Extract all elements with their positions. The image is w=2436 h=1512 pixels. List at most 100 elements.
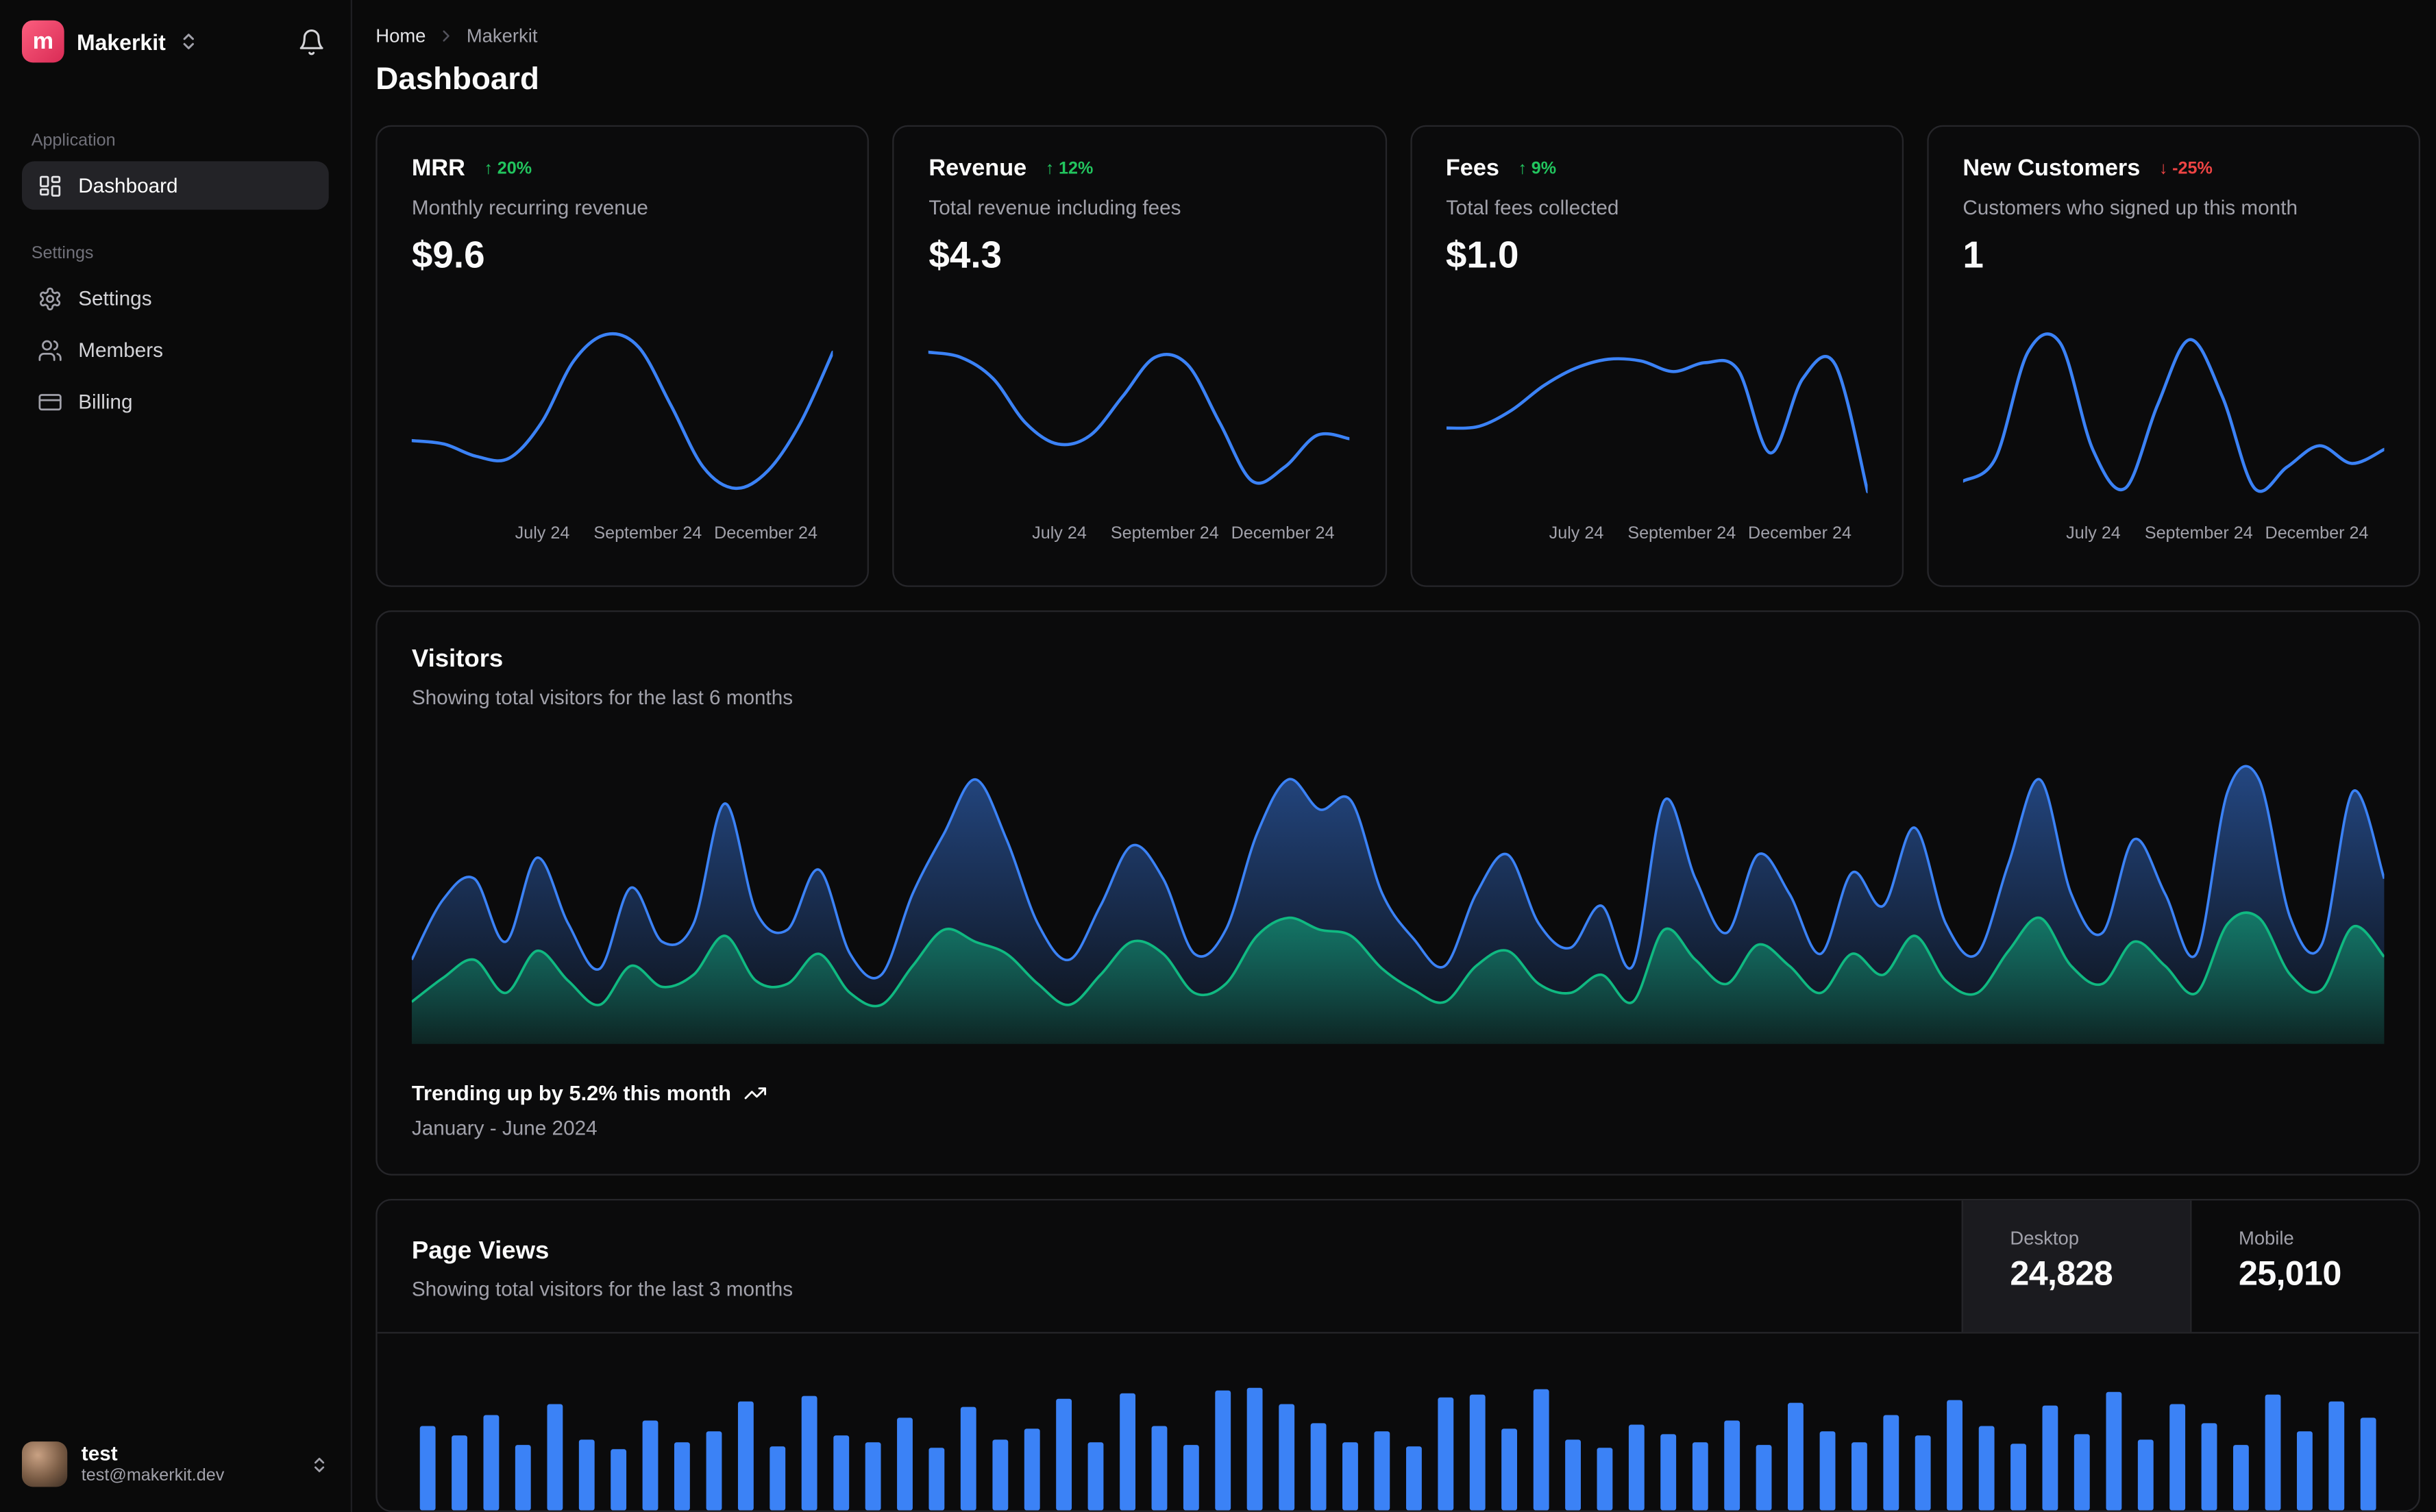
bell-icon — [299, 28, 323, 55]
chevron-right-icon — [443, 30, 450, 42]
user-menu[interactable]: test test@makerkit.dev — [21, 1441, 329, 1487]
desktop-stat-toggle[interactable]: Desktop 24,828 — [1961, 1200, 2191, 1333]
user-email: test@makerkit.dev — [81, 1467, 225, 1487]
stat-card-new-customers: New Customers ↓ -25% Customers who signe… — [1926, 125, 2420, 587]
trend-value: 20% — [497, 158, 532, 178]
desktop-stat-value: 24,828 — [2010, 1253, 2113, 1293]
app-root: m Makerkit Application Dashboard Setting… — [0, 0, 2436, 1512]
dashboard-icon — [40, 175, 61, 196]
customers-sparkline-chart — [1963, 318, 2384, 512]
stat-card-fees: Fees ↑ 9% Total fees collected $1.0 July… — [1410, 125, 1904, 587]
axis-tick: September 24 — [1627, 524, 1736, 543]
trending-up-icon — [744, 1087, 767, 1100]
nav-section-application: Application — [31, 131, 116, 151]
stat-title: New Customers — [1963, 155, 2141, 182]
gear-icon — [40, 286, 61, 310]
visitors-subtitle: Showing total visitors for the last 6 mo… — [411, 685, 793, 709]
stat-description: Monthly recurring revenue — [411, 195, 648, 219]
main-content: Home Makerkit Dashboard MRR ↑ 20% Monthl… — [352, 0, 2436, 1512]
stat-card-revenue: Revenue ↑ 12% Total revenue including fe… — [892, 125, 1387, 587]
desktop-stat-label: Desktop — [2010, 1227, 2080, 1250]
sidebar-item-label: Billing — [78, 389, 133, 414]
stat-card-mrr: MRR ↑ 20% Monthly recurring revenue $9.6… — [376, 125, 870, 587]
mobile-stat-toggle[interactable]: Mobile 25,010 — [2190, 1200, 2419, 1333]
trend-badge: ↑ 12% — [1046, 159, 1094, 177]
stat-value: $1.0 — [1445, 234, 1519, 277]
mobile-stat-value: 25,010 — [2238, 1253, 2341, 1293]
page-views-bar-chart — [412, 1374, 2385, 1511]
trend-arrow-icon: ↓ — [2158, 158, 2168, 178]
x-axis-labels: July 24 September 24 December 24 — [928, 524, 1350, 546]
user-name: test — [81, 1441, 118, 1465]
stat-description: Total revenue including fees — [928, 195, 1181, 219]
revenue-sparkline-chart — [928, 318, 1350, 512]
axis-tick: July 24 — [1549, 524, 1604, 543]
axis-tick: December 24 — [714, 524, 817, 543]
sidebar-item-label: Dashboard — [78, 173, 178, 197]
page-views-card: Page Views Showing total visitors for th… — [376, 1199, 2420, 1512]
sidebar: m Makerkit Application Dashboard Setting… — [0, 0, 353, 1512]
breadcrumb: Home Makerkit — [376, 25, 2420, 47]
mrr-sparkline-chart — [411, 318, 833, 512]
page-views-subtitle: Showing total visitors for the last 3 mo… — [411, 1277, 793, 1301]
sidebar-item-settings[interactable]: Settings — [22, 274, 329, 323]
stat-value: $4.3 — [928, 234, 1002, 277]
trend-value: 9% — [1531, 158, 1557, 178]
visitors-card: Visitors Showing total visitors for the … — [376, 610, 2420, 1176]
page-views-title: Page Views — [411, 1238, 550, 1265]
stat-title: Revenue — [928, 155, 1027, 182]
chevrons-up-down-icon — [183, 34, 194, 49]
sidebar-item-label: Settings — [78, 286, 152, 310]
user-avatar — [21, 1441, 68, 1487]
stat-value: $9.6 — [411, 234, 485, 277]
visitors-area-chart — [411, 737, 2385, 1044]
fees-sparkline-chart — [1445, 318, 1867, 512]
trend-badge: ↓ -25% — [2159, 159, 2213, 177]
stat-title: MRR — [411, 155, 465, 182]
trend-badge: ↑ 20% — [484, 159, 532, 177]
axis-tick: September 24 — [1110, 524, 1219, 543]
trend-arrow-icon: ↑ — [484, 158, 493, 178]
sidebar-header: m Makerkit — [21, 20, 329, 63]
visitors-title: Visitors — [411, 646, 504, 673]
axis-tick: September 24 — [593, 524, 702, 543]
trend-badge: ↑ 9% — [1518, 159, 1556, 177]
x-axis-labels: July 24 September 24 December 24 — [1446, 524, 1867, 546]
axis-tick: July 24 — [2066, 524, 2121, 543]
x-axis-labels: July 24 September 24 December 24 — [412, 524, 833, 546]
trend-value: 12% — [1059, 158, 1094, 178]
sidebar-item-label: Members — [78, 338, 164, 362]
workspace-name: Makerkit — [76, 29, 166, 54]
stat-description: Total fees collected — [1445, 195, 1619, 219]
sidebar-item-members[interactable]: Members — [22, 325, 329, 374]
axis-tick: December 24 — [2265, 524, 2369, 543]
stat-description: Customers who signed up this month — [1963, 195, 2298, 219]
breadcrumb-home[interactable]: Home — [376, 25, 426, 47]
nav-section-settings: Settings — [31, 244, 94, 263]
axis-tick: December 24 — [1748, 524, 1851, 543]
axis-tick: September 24 — [2144, 524, 2253, 543]
page-title: Dashboard — [376, 62, 539, 97]
axis-tick: July 24 — [1032, 524, 1087, 543]
sidebar-item-billing[interactable]: Billing — [22, 377, 329, 426]
axis-tick: December 24 — [1231, 524, 1335, 543]
notifications-button[interactable] — [295, 24, 329, 58]
makerkit-logo: m — [21, 20, 64, 63]
visitors-date-range: January - June 2024 — [411, 1115, 598, 1140]
mobile-stat-label: Mobile — [2238, 1227, 2294, 1250]
billing-icon — [38, 393, 62, 410]
workspace-switcher[interactable]: m Makerkit — [21, 20, 199, 63]
user-meta: test test@makerkit.dev — [81, 1441, 296, 1487]
axis-tick: July 24 — [515, 524, 570, 543]
x-axis-labels: July 24 September 24 December 24 — [1963, 524, 2384, 546]
trend-arrow-icon: ↑ — [1045, 158, 1055, 178]
visitors-trend-text: Trending up by 5.2% this month — [411, 1081, 731, 1105]
members-icon — [38, 339, 62, 360]
logo-letter: m — [32, 28, 54, 55]
stat-cards-row: MRR ↑ 20% Monthly recurring revenue $9.6… — [376, 125, 2420, 587]
trend-value: -25% — [2172, 158, 2213, 178]
stat-title: Fees — [1445, 155, 1499, 182]
breadcrumb-current: Makerkit — [466, 25, 538, 47]
chevrons-up-down-icon — [314, 1457, 325, 1472]
sidebar-item-dashboard[interactable]: Dashboard — [21, 161, 329, 210]
